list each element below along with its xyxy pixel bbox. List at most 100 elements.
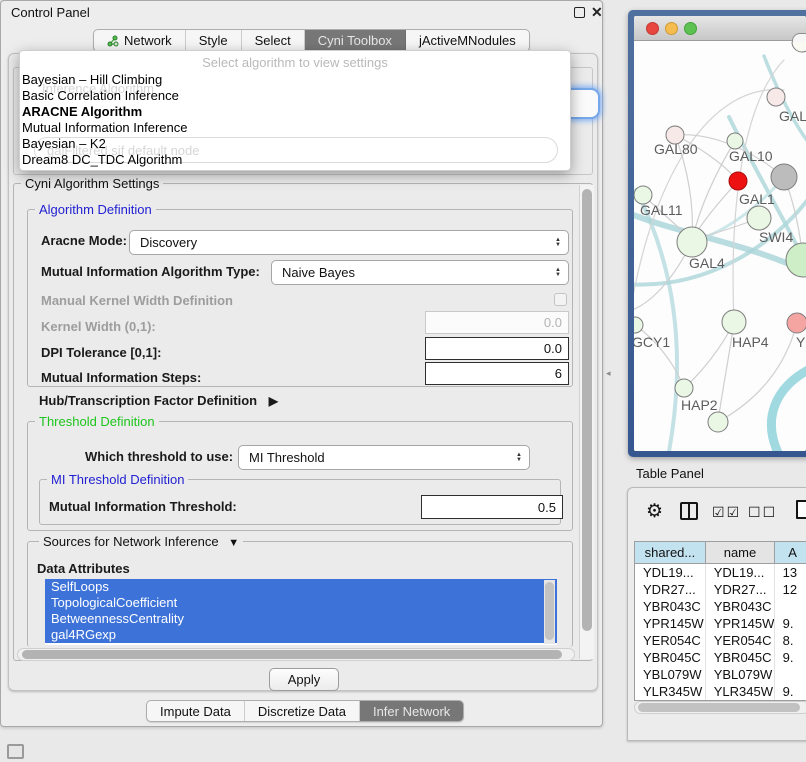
- settings-vscroll-thumb[interactable]: [582, 189, 592, 631]
- data-attribute-item[interactable]: TopologicalCoefficient: [45, 595, 557, 611]
- tab-infer-network[interactable]: Infer Network: [360, 701, 463, 721]
- data-attribute-item[interactable]: BetweennessCentrality: [45, 611, 557, 627]
- tab-impute-data[interactable]: Impute Data: [147, 701, 245, 721]
- file-icon[interactable]: [796, 500, 806, 519]
- table-cell: YER054C: [635, 632, 706, 649]
- column-header-shared[interactable]: shared...: [635, 542, 706, 563]
- close-panel-icon[interactable]: ✕: [591, 6, 603, 18]
- node-attribute-table: shared...nameA YDL19...YDL19...13YDR27..…: [634, 541, 806, 701]
- table-hscroll-thumb[interactable]: [638, 703, 800, 712]
- select-all-checks-icon[interactable]: ☑☑: [712, 504, 741, 521]
- algorithm-option[interactable]: Dream8 DC_TDC Algorithm: [22, 152, 182, 168]
- attr-list-vscrollbar[interactable]: [544, 580, 555, 644]
- table-cell: 13: [775, 564, 806, 581]
- table-hscrollbar[interactable]: [634, 701, 806, 714]
- algorithm-option[interactable]: Bayesian – Hill Climbing: [22, 72, 162, 88]
- network-node-y[interactable]: [787, 313, 806, 333]
- apply-button[interactable]: Apply: [269, 668, 339, 691]
- network-node-gal4[interactable]: [677, 227, 707, 257]
- which-threshold-value: MI Threshold: [249, 450, 325, 465]
- data-attributes-list[interactable]: SelfLoopsTopologicalCoefficientBetweenne…: [45, 579, 557, 645]
- algorithm-combo-focus-fragment[interactable]: [569, 88, 600, 119]
- attr-list-thumb[interactable]: [545, 582, 554, 640]
- tab-select[interactable]: Select: [242, 30, 305, 51]
- mi-steps-field[interactable]: 6: [425, 362, 569, 385]
- network-graph: GALGAL80GAL10GAL1GAL11GAL4SWI4GCY1HAP4YH…: [634, 42, 806, 451]
- table-cell: YBR043C: [635, 598, 706, 615]
- network-node-gal10[interactable]: [727, 133, 743, 149]
- dpi-tolerance-field[interactable]: 0.0: [425, 337, 569, 360]
- close-traffic-light[interactable]: [646, 22, 659, 35]
- manual-kernel-width-label: Manual Kernel Width Definition: [41, 293, 233, 308]
- network-node-label: GAL80: [654, 141, 698, 157]
- splitter-collapse-icon[interactable]: ◂: [606, 368, 611, 379]
- table-row[interactable]: YBR045CYBR045C9.: [635, 649, 806, 666]
- tab-style[interactable]: Style: [186, 30, 242, 51]
- dpi-tolerance-label: DPI Tolerance [0,1]:: [41, 345, 161, 360]
- network-view-window: GALGAL80GAL10GAL1GAL11GAL4SWI4GCY1HAP4YH…: [634, 16, 806, 451]
- network-node[interactable]: [708, 412, 728, 432]
- zoom-traffic-light[interactable]: [684, 22, 697, 35]
- table-cell: YPR145W: [706, 615, 775, 632]
- network-node-gal1[interactable]: [747, 206, 771, 230]
- network-node-swi4[interactable]: [786, 243, 806, 277]
- network-node-label: Y: [796, 334, 806, 350]
- table-header-row: shared...nameA: [635, 542, 806, 564]
- tab-cyni-toolbox[interactable]: Cyni Toolbox: [305, 30, 406, 51]
- table-cell: YBL079W: [635, 666, 706, 683]
- sources-group-title[interactable]: Sources for Network Inference ▼: [39, 534, 243, 549]
- network-node-hap2[interactable]: [675, 379, 693, 397]
- aracne-mode-combo[interactable]: Discovery ▲▼: [129, 230, 569, 255]
- network-node[interactable]: [771, 164, 797, 190]
- hub-definition-expander[interactable]: Hub/Transcription Factor Definition ▶: [39, 393, 278, 408]
- table-cell: YDR27...: [706, 581, 775, 598]
- network-node-label: GAL11: [640, 202, 683, 218]
- network-node-hap4[interactable]: [722, 310, 746, 334]
- table-row[interactable]: YDR27...YDR27...12: [635, 581, 806, 598]
- table-row[interactable]: YLR345WYLR345W9.: [635, 683, 806, 700]
- algorithm-option[interactable]: ARACNE Algorithm: [22, 104, 142, 120]
- mi-steps-label: Mutual Information Steps:: [41, 370, 201, 385]
- mi-threshold-field[interactable]: 0.5: [421, 495, 563, 519]
- gear-icon[interactable]: ⚙: [646, 500, 663, 523]
- table-row[interactable]: YBR043CYBR043C: [635, 598, 806, 615]
- settings-hscrollbar[interactable]: [17, 648, 575, 661]
- network-node[interactable]: [729, 172, 747, 190]
- column-header-name[interactable]: name: [706, 542, 775, 563]
- table-row[interactable]: YER054CYER054C8.: [635, 632, 806, 649]
- manual-kernel-width-checkbox[interactable]: [554, 293, 567, 306]
- mi-algorithm-type-combo[interactable]: Naive Bayes ▲▼: [271, 260, 569, 285]
- table-row[interactable]: YDL19...YDL19...13: [635, 564, 806, 581]
- table-row[interactable]: YBL079WYBL079W: [635, 666, 806, 683]
- tab-discretize-data[interactable]: Discretize Data: [245, 701, 360, 721]
- network-window-titlebar[interactable]: [634, 16, 806, 41]
- table-cell: YLR345W: [635, 683, 706, 700]
- algorithm-option[interactable]: Bayesian – K2: [22, 136, 106, 152]
- algorithm-definition-title: Algorithm Definition: [35, 202, 156, 217]
- table-cell: YBR045C: [706, 649, 775, 666]
- data-attribute-item[interactable]: SelfLoops: [45, 579, 557, 595]
- data-attribute-item[interactable]: gal4RGexp: [45, 627, 557, 643]
- network-node-label: GAL10: [729, 148, 773, 164]
- which-threshold-combo[interactable]: MI Threshold ▲▼: [238, 445, 530, 470]
- network-node-gal[interactable]: [767, 88, 785, 106]
- columns-icon[interactable]: [680, 502, 698, 520]
- minimize-traffic-light[interactable]: [665, 22, 678, 35]
- tab-network[interactable]: Network: [94, 30, 186, 51]
- network-node-label: GCY1: [634, 334, 670, 350]
- algorithm-option[interactable]: Mutual Information Inference: [22, 120, 187, 136]
- clear-checks-icon[interactable]: ☐☐: [748, 504, 777, 521]
- network-canvas[interactable]: GALGAL80GAL10GAL1GAL11GAL4SWI4GCY1HAP4YH…: [634, 42, 806, 451]
- column-header-a[interactable]: A: [775, 542, 806, 563]
- settings-hscroll-thumb[interactable]: [22, 650, 562, 659]
- panel-grip-icon[interactable]: [7, 744, 24, 759]
- table-panel-window: ⚙ ☑☑ ☐☐ shared...nameA YDL19...YDL19...1…: [627, 487, 806, 741]
- kernel-width-field[interactable]: 0.0: [425, 311, 569, 334]
- network-node[interactable]: [792, 42, 806, 52]
- settings-vscrollbar[interactable]: [579, 185, 594, 659]
- algorithm-option[interactable]: Basic Correlation Inference: [22, 88, 179, 104]
- float-panel-icon[interactable]: [574, 7, 585, 18]
- tab-jactivemnodules[interactable]: jActiveMNodules: [406, 30, 529, 51]
- aracne-mode-label: Aracne Mode:: [41, 233, 127, 248]
- table-row[interactable]: YPR145WYPR145W9.: [635, 615, 806, 632]
